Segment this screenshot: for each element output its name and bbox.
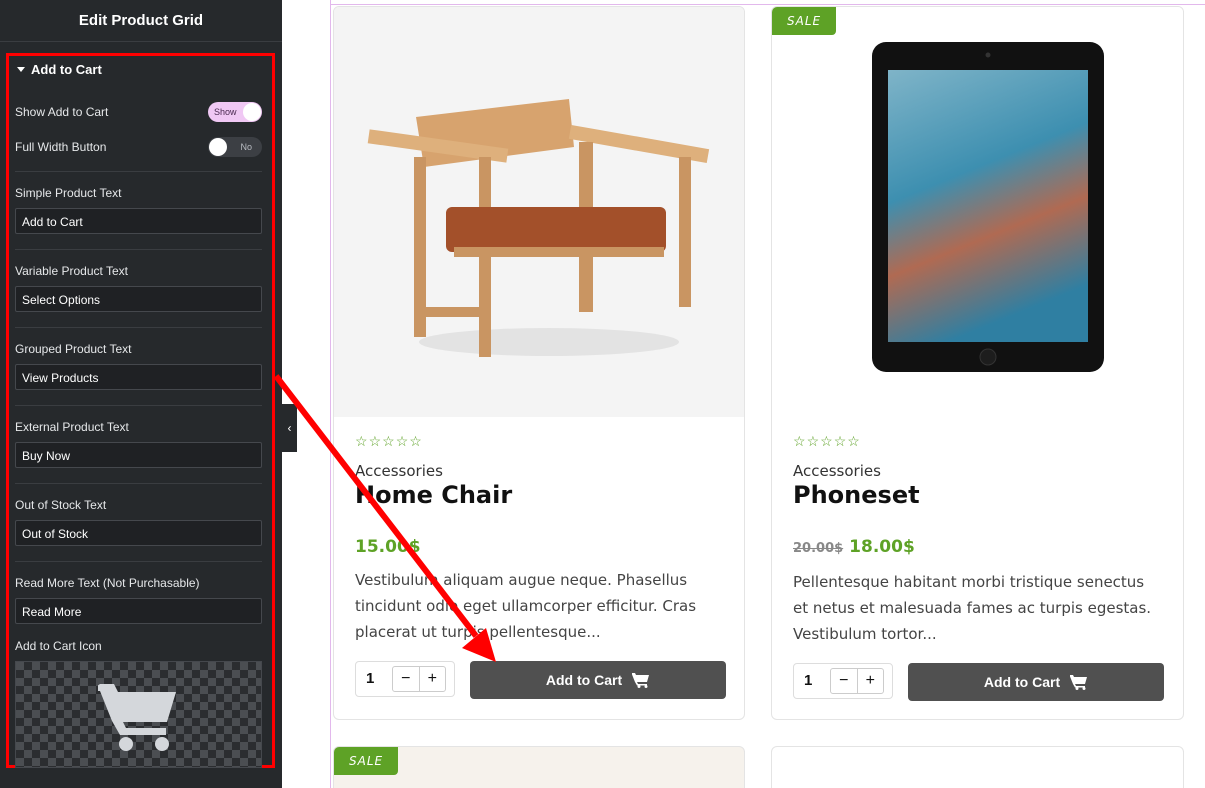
decrease-button[interactable]: − [393, 667, 419, 691]
divider [15, 561, 262, 562]
variable-product-text-input[interactable]: Select Options [15, 286, 262, 312]
decrease-button[interactable]: − [831, 669, 857, 693]
star-icon: ☆ [847, 433, 860, 449]
increase-button[interactable]: + [856, 669, 884, 693]
read-more-text-input[interactable]: Read More [15, 598, 262, 624]
product-description: Pellentesque habitant morbi tristique se… [793, 573, 1152, 643]
star-icon: ☆ [833, 433, 847, 449]
qty-buttons: − + [830, 668, 884, 694]
simple-product-text-input[interactable]: Add to Cart [15, 208, 262, 234]
quantity-value[interactable]: 1 [804, 672, 812, 689]
divider [15, 405, 262, 406]
full-width-button-label: Full Width Button [15, 140, 107, 154]
full-width-button-toggle[interactable]: No [208, 137, 262, 157]
shopping-cart-icon [97, 683, 176, 751]
grouped-product-text-label: Grouped Product Text [15, 342, 132, 356]
star-icon: ☆ [382, 433, 395, 449]
divider [15, 327, 262, 328]
read-more-text-label: Read More Text (Not Purchasable) [15, 576, 200, 590]
divider [15, 249, 262, 250]
sale-badge: SALE [334, 747, 399, 775]
product-card: SALE [333, 746, 745, 788]
product-category[interactable]: Accessories [355, 462, 443, 480]
toggle-text: No [240, 142, 252, 152]
quantity-stepper[interactable]: 1 − + [793, 663, 893, 699]
star-icon: ☆ [806, 433, 820, 449]
variable-product-text-label: Variable Product Text [15, 264, 128, 278]
divider [15, 483, 262, 484]
product-category[interactable]: Accessories [793, 462, 881, 480]
toggle-knob [243, 103, 261, 121]
current-price: 18.00$ [849, 537, 915, 557]
rating-stars: ☆ ☆ ☆ ☆ ☆ [793, 434, 860, 448]
cart-icon [632, 673, 650, 688]
star-icon: ☆ [820, 433, 833, 449]
product-price: 15.00$ [355, 537, 421, 557]
add-to-cart-section: Add to Cart Show Add to Cart Show Full W… [6, 53, 275, 768]
simple-product-text-label: Simple Product Text [15, 186, 122, 200]
toggle-knob [209, 138, 227, 156]
out-of-stock-text-label: Out of Stock Text [15, 498, 107, 512]
icon-picker[interactable] [15, 661, 262, 768]
collapse-panel-button[interactable]: ‹ [282, 404, 297, 452]
star-icon: ☆ [368, 433, 382, 449]
editor-panel: Edit Product Grid Add to Cart Show Add t… [0, 0, 282, 788]
add-to-cart-icon-label: Add to Cart Icon [15, 639, 102, 653]
divider [15, 171, 262, 172]
cart-icon [1070, 675, 1088, 690]
sale-badge: SALE [772, 7, 837, 35]
caret-down-icon [17, 67, 25, 72]
quantity-value[interactable]: 1 [366, 670, 374, 687]
tablet-image [872, 42, 1104, 372]
panel-title: Edit Product Grid [0, 0, 282, 42]
add-to-cart-button[interactable]: Add to Cart [470, 661, 726, 699]
canvas-guide [330, 0, 331, 788]
chair-image [367, 99, 710, 357]
quantity-stepper[interactable]: 1 − + [355, 661, 455, 697]
star-icon: ☆ [395, 433, 409, 449]
current-price: 15.00$ [355, 537, 421, 557]
external-product-text-label: External Product Text [15, 420, 129, 434]
product-card [771, 746, 1184, 788]
product-image[interactable] [772, 7, 1183, 417]
add-to-cart-label: Add to Cart [545, 672, 623, 688]
product-title[interactable]: Phoneset [793, 481, 920, 509]
product-price: 20.00$ 18.00$ [793, 537, 915, 557]
show-add-to-cart-label: Show Add to Cart [15, 105, 109, 119]
product-description: Vestibulum aliquam augue neque. Phasellu… [355, 571, 697, 641]
toggle-text: Show [214, 107, 237, 117]
add-to-cart-button[interactable]: Add to Cart [908, 663, 1164, 701]
section-title: Add to Cart [31, 62, 102, 77]
canvas-guide [330, 4, 1205, 5]
star-icon: ☆ [409, 433, 422, 449]
product-title[interactable]: Home Chair [355, 481, 512, 509]
qty-buttons: − + [392, 666, 446, 692]
product-card: SALE ☆ ☆ ☆ ☆ ☆ Accessories Phoneset 20.0… [771, 6, 1184, 720]
star-icon: ☆ [355, 433, 368, 449]
section-toggle[interactable]: Add to Cart [17, 62, 102, 77]
star-icon: ☆ [793, 433, 806, 449]
add-to-cart-label: Add to Cart [983, 674, 1061, 690]
out-of-stock-text-input[interactable]: Out of Stock [15, 520, 262, 546]
old-price: 20.00$ [793, 541, 844, 556]
external-product-text-input[interactable]: Buy Now [15, 442, 262, 468]
product-card: ☆ ☆ ☆ ☆ ☆ Accessories Home Chair 15.00$ … [333, 6, 745, 720]
grouped-product-text-input[interactable]: View Products [15, 364, 262, 390]
show-add-to-cart-toggle[interactable]: Show [208, 102, 262, 122]
product-image[interactable] [334, 7, 744, 417]
increase-button[interactable]: + [418, 667, 446, 691]
rating-stars: ☆ ☆ ☆ ☆ ☆ [355, 434, 422, 448]
